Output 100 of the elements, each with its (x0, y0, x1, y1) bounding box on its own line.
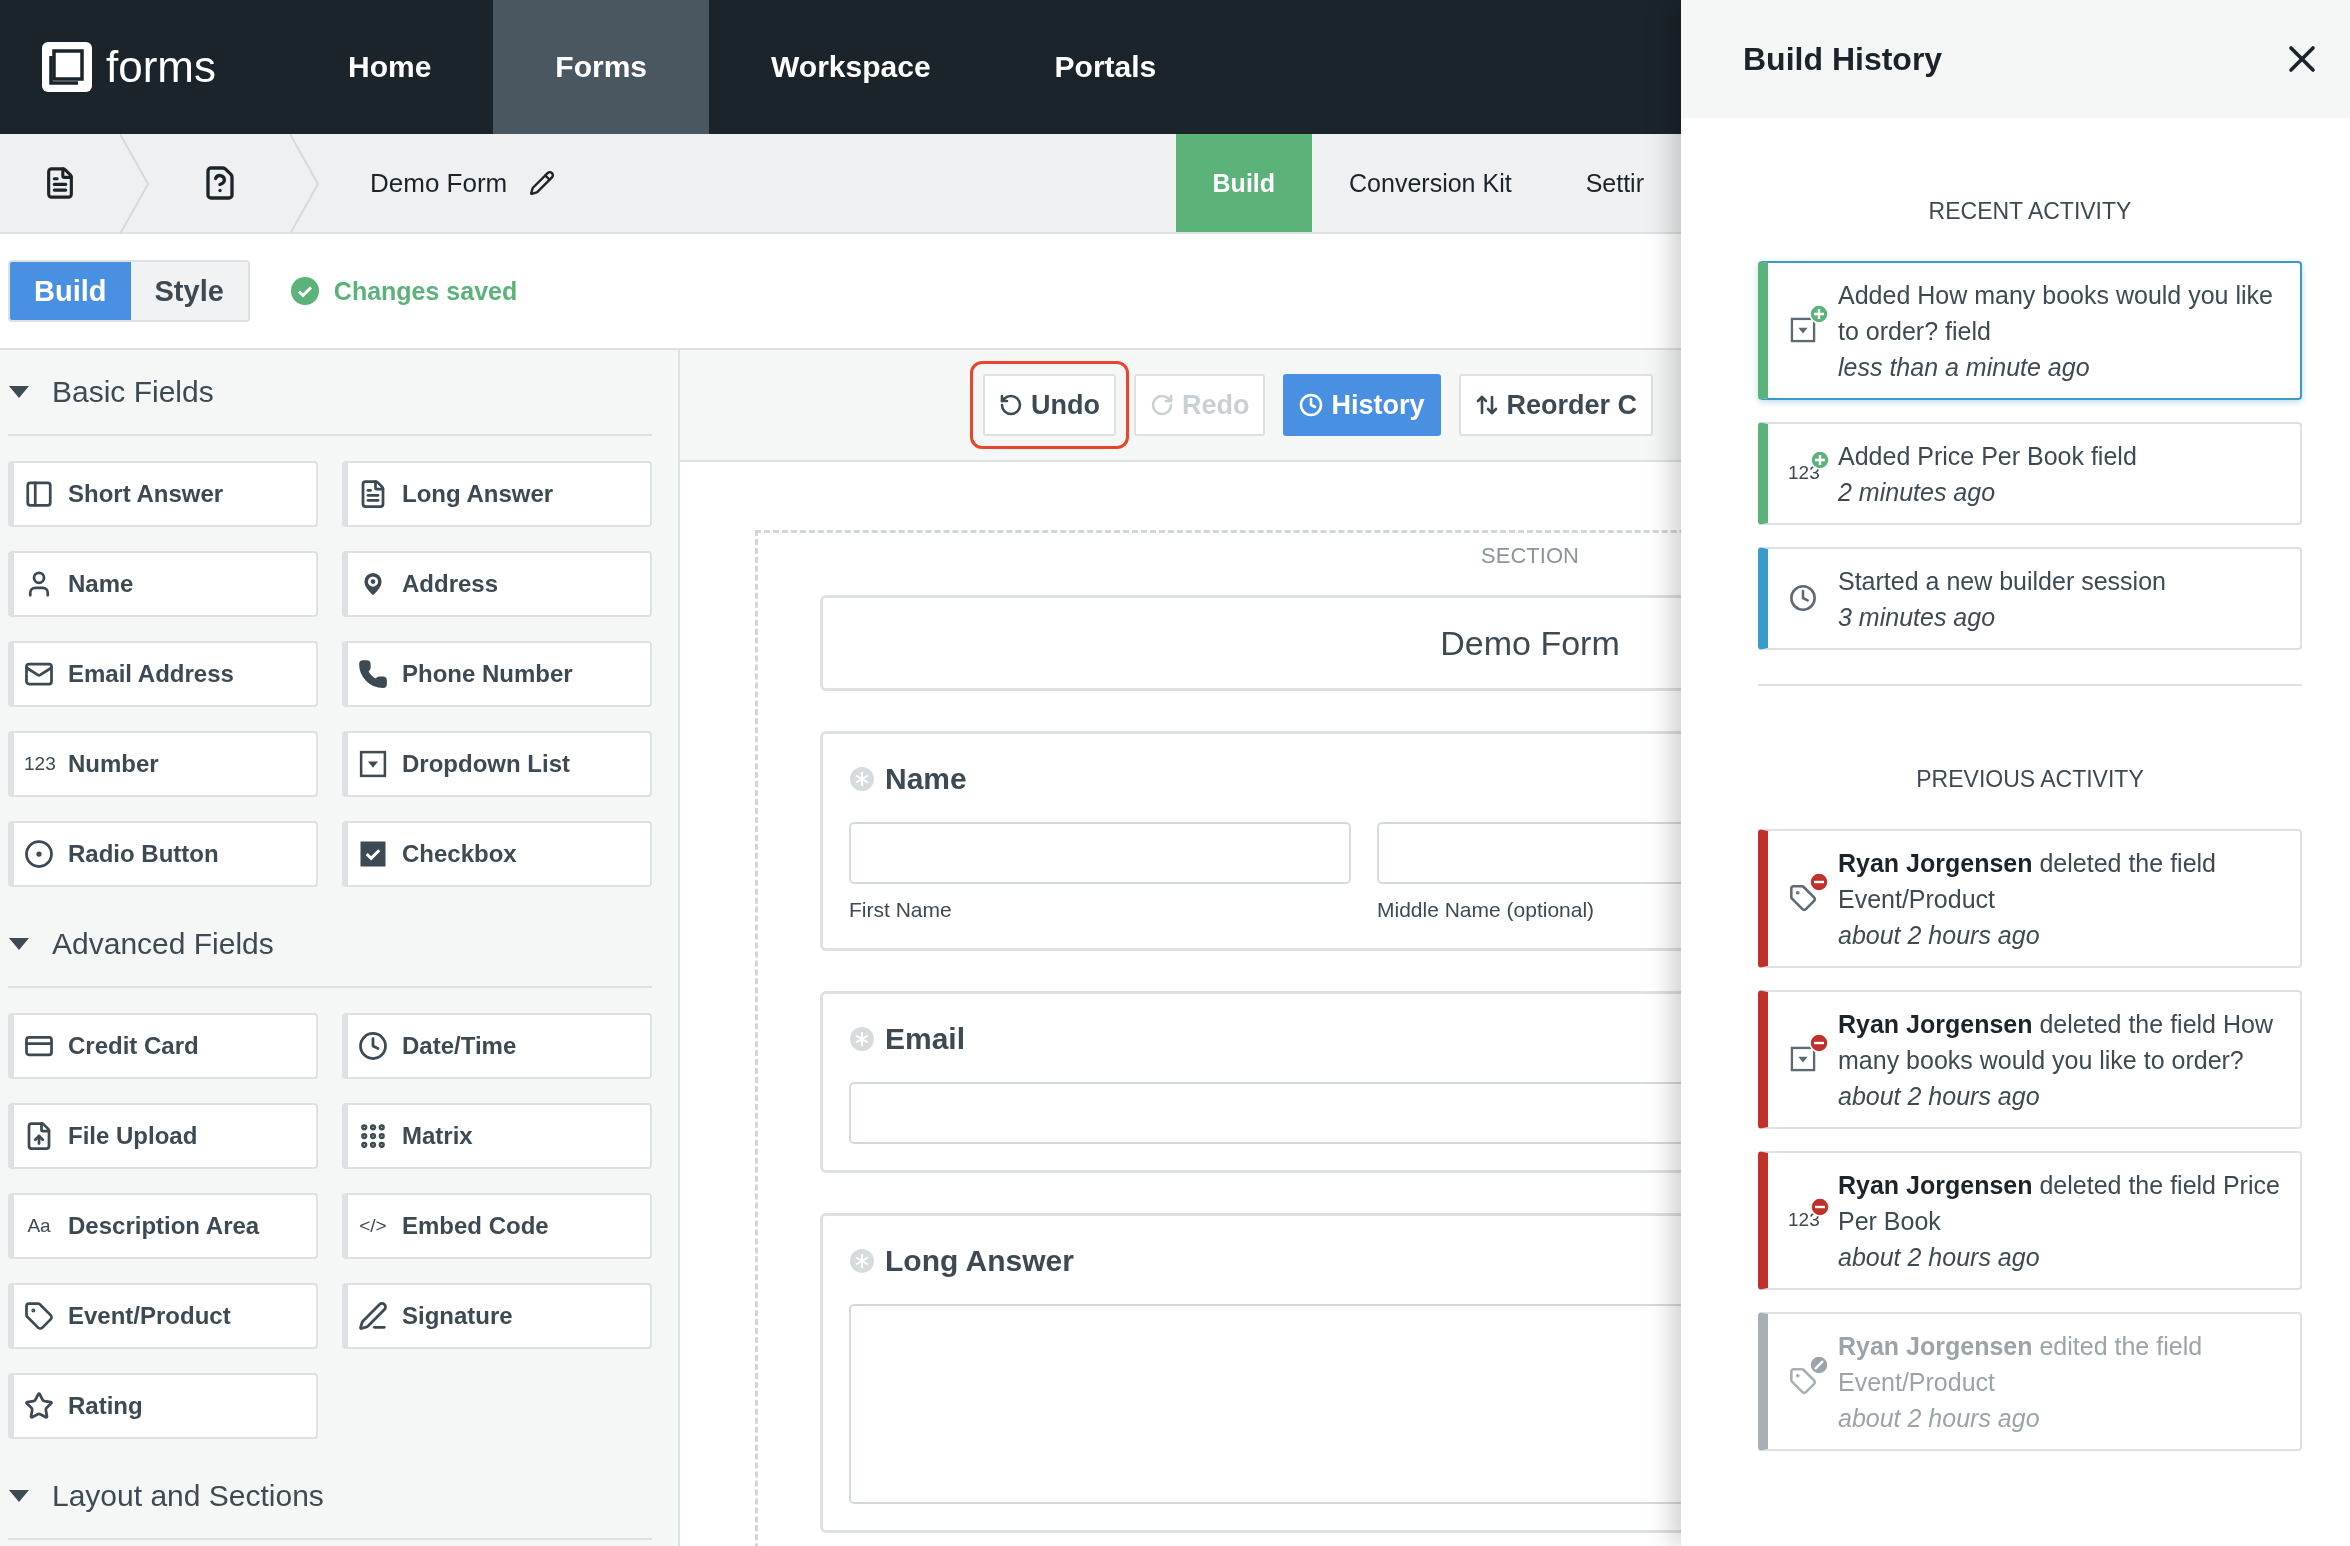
redo-icon (1150, 393, 1174, 417)
field-type-label: Matrix (402, 1122, 473, 1150)
field-type-label: Name (68, 570, 134, 598)
field-type-button[interactable]: </> Embed Code (342, 1193, 652, 1259)
glyph-icon: Aa (24, 1215, 54, 1237)
activity-time: about 2 hours ago (1838, 1243, 2041, 1272)
field-type-button[interactable]: Radio Button (8, 821, 318, 887)
input-field[interactable] (849, 822, 1351, 884)
field-type-button[interactable]: Long Answer (342, 461, 652, 527)
undo-icon (999, 393, 1023, 417)
panel-title: Build History (1743, 40, 1943, 78)
field-type-label: Dropdown List (402, 750, 570, 778)
field-type-label: Number (68, 750, 159, 778)
field-type-label: Signature (402, 1302, 513, 1330)
grid-dots-icon (358, 1121, 388, 1151)
nav-tab[interactable]: Workspace (709, 0, 993, 134)
dropdown-icon (358, 749, 388, 779)
tag-icon (1789, 883, 1817, 912)
plus-badge-icon (1809, 303, 1829, 324)
field-type-button[interactable]: Event/Product (8, 1283, 318, 1349)
activity-time: less than a minute ago (1838, 353, 2091, 382)
field-label: Name (885, 762, 967, 796)
asterisk-icon (849, 1026, 875, 1052)
field-type-button[interactable]: File Upload (8, 1103, 318, 1169)
field-type-label: Rating (68, 1392, 143, 1420)
pencil-badge-icon (1809, 1354, 1829, 1375)
form-name: Demo Form (370, 167, 508, 199)
input-caption: Middle Name (optional) (1377, 898, 1596, 922)
activity-text: Ryan Jorgensen deleted the field How many books would you like to order? (1838, 1009, 2274, 1076)
activity-card[interactable]: Added How many books would you like to order? field less than a minute ago (1758, 261, 2302, 400)
star-icon (24, 1391, 54, 1421)
field-type-label: Email Address (68, 660, 234, 688)
activity-text: Added Price Per Book field (1838, 441, 2137, 472)
nav-tab[interactable]: Portals (992, 0, 1219, 134)
radio-icon (24, 839, 54, 869)
field-type-button[interactable]: Name (8, 551, 318, 617)
field-type-button[interactable]: Short Answer (8, 461, 318, 527)
glyph-icon: 123 (24, 753, 54, 775)
group-title: Basic Fields (52, 375, 214, 409)
field-type-label: Credit Card (68, 1032, 199, 1060)
field-type-button[interactable]: Phone Number (342, 641, 652, 707)
mode-tab[interactable]: Settir (1548, 134, 1681, 232)
checkbox-icon (358, 839, 388, 869)
field-type-button[interactable]: Rating (8, 1373, 318, 1439)
field-type-label: Address (402, 570, 499, 598)
activity-card[interactable]: Started a new builder session 3 minutes ago (1758, 547, 2302, 650)
text-field-icon (24, 479, 54, 509)
asterisk-icon (849, 766, 875, 792)
pen-icon (358, 1301, 388, 1331)
field-type-button[interactable]: Aa Description Area (8, 1193, 318, 1259)
editor-tab[interactable]: Style (130, 262, 248, 320)
field-type-button[interactable]: Credit Card (8, 1013, 318, 1079)
clock-icon (358, 1031, 388, 1061)
activity-time: 2 minutes ago (1838, 478, 1997, 507)
nav-tab[interactable]: Home (286, 0, 494, 134)
nav-tab[interactable]: Forms (493, 0, 710, 134)
mode-tab[interactable]: Conversion Kit (1312, 134, 1549, 232)
phone-icon (358, 659, 388, 689)
field-type-label: Short Answer (68, 480, 224, 508)
field-type-label: Radio Button (68, 840, 219, 868)
tag-icon (24, 1301, 54, 1331)
clock-icon (1789, 583, 1817, 612)
activity-time: 3 minutes ago (1838, 603, 1997, 632)
field-type-label: Event/Product (68, 1302, 231, 1330)
arrows-icon (1474, 393, 1499, 417)
activity-text: Started a new builder session (1838, 566, 2166, 597)
activity-card[interactable]: Ryan Jorgensen deleted the field Event/Product about 2 hours ago (1758, 829, 2302, 968)
field-type-label: Phone Number (402, 660, 573, 688)
field-type-button[interactable]: Matrix (342, 1103, 652, 1169)
save-status: Changes saved (333, 276, 518, 306)
field-type-label: File Upload (68, 1122, 198, 1150)
toolbar-button[interactable]: Reorder C (1458, 374, 1654, 436)
field-type-label: Checkbox (402, 840, 517, 868)
clock-icon (1299, 393, 1324, 417)
glyph-icon: </> (358, 1215, 388, 1237)
logo-text: forms (106, 42, 216, 92)
asterisk-icon (849, 1248, 875, 1274)
field-type-button[interactable]: Address (342, 551, 652, 617)
section-heading: RECENT ACTIVITY (1927, 197, 2133, 226)
input-caption: First Name (849, 898, 953, 922)
field-type-button[interactable]: Dropdown List (342, 731, 652, 797)
activity-time: about 2 hours ago (1838, 921, 2041, 950)
field-label: Long Answer (885, 1244, 1074, 1278)
toolbar-button[interactable]: Undo (983, 374, 1116, 436)
field-type-label: Date/Time (402, 1032, 517, 1060)
field-type-button[interactable]: Checkbox (342, 821, 652, 887)
field-type-button[interactable]: Email Address (8, 641, 318, 707)
dropdown-icon (1789, 315, 1817, 344)
activity-card[interactable]: Ryan Jorgensen deleted the field How many books would you like to order? about 2 hours ago (1758, 990, 2302, 1129)
dropdown-icon (1789, 1044, 1817, 1073)
activity-time: about 2 hours ago (1838, 1082, 2041, 1111)
field-type-button[interactable]: Date/Time (342, 1013, 652, 1079)
field-type-label: Long Answer (402, 480, 554, 508)
field-type-button[interactable]: 123 Number (8, 731, 318, 797)
group-title: Advanced Fields (52, 927, 274, 961)
field-label: Email (885, 1022, 966, 1056)
logo-icon[interactable] (42, 42, 92, 92)
field-type-button[interactable]: Signature (342, 1283, 652, 1349)
activity-time: about 2 hours ago (1838, 1404, 2041, 1433)
edit-icon[interactable] (529, 170, 556, 196)
